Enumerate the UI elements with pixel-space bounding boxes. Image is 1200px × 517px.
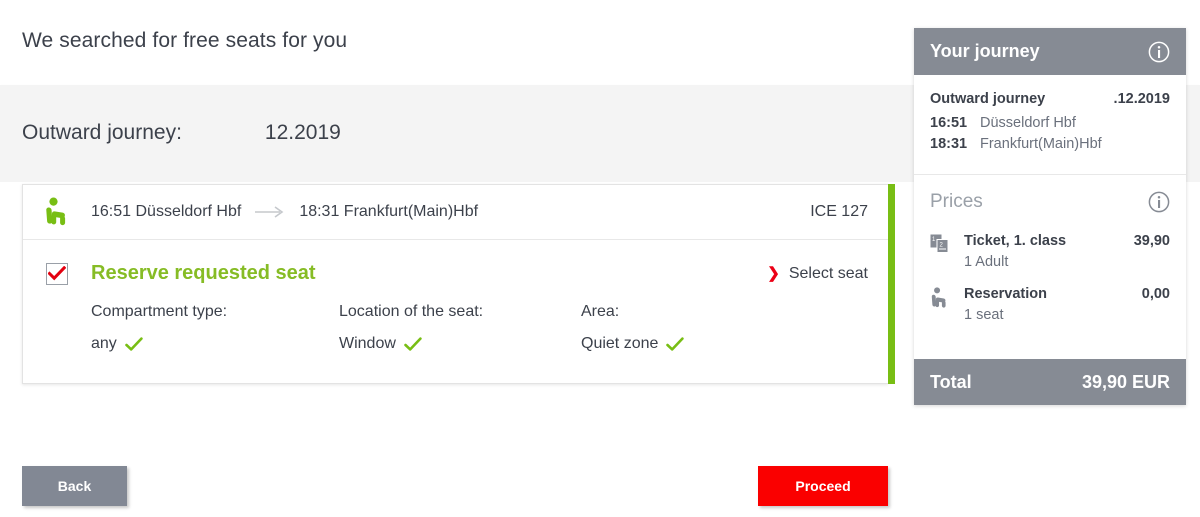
panel-stop-station: Frankfurt(Main)Hbf xyxy=(980,136,1102,152)
page-root: We searched for free seats for you Outwa… xyxy=(0,0,1200,517)
proceed-button[interactable]: Proceed xyxy=(758,466,888,506)
seat-reservation-card: 16:51 Düsseldorf Hbf 18:31 Frankfurt(Mai… xyxy=(22,184,895,384)
check-icon xyxy=(124,336,143,352)
trip-departure: 16:51 Düsseldorf Hbf xyxy=(91,203,242,220)
option-value: Window xyxy=(339,335,581,353)
reserve-checkbox-cell xyxy=(23,262,91,285)
card-accent-bar xyxy=(888,184,895,384)
option-area: Area: Quiet zone xyxy=(581,303,685,353)
price-name: Reservation xyxy=(964,286,1048,302)
reserve-row: Reserve requested seat ❯ Select seat xyxy=(23,240,888,285)
panel-journey-date: .12.2019 xyxy=(1113,91,1170,107)
journey-header-date: 12.2019 xyxy=(264,121,341,144)
panel-journey-title: Outward journey xyxy=(930,91,1046,107)
price-row-reservation: Reservation 0,00 1 seat xyxy=(930,286,1170,323)
option-value: any xyxy=(91,335,339,353)
price-subtext: 1 seat xyxy=(964,307,1004,323)
info-icon[interactable] xyxy=(1148,191,1170,213)
back-button[interactable]: Back xyxy=(22,466,127,506)
journey-header: Outward journey: 12.2019 xyxy=(22,121,341,145)
reserve-title: Reserve requested seat xyxy=(91,262,316,284)
panel-stop-time: 16:51 xyxy=(930,115,968,131)
panel-header: Your journey xyxy=(914,28,1186,75)
total-value: 39,90 EUR xyxy=(1081,371,1170,392)
panel-journey-section: Outward journey .12.2019 16:51 Düsseldor… xyxy=(914,75,1186,175)
select-seat-label: Select seat xyxy=(788,264,868,282)
seat-icon xyxy=(930,286,964,309)
price-subtext: 1 Adult xyxy=(964,254,1009,270)
option-value-text: any xyxy=(91,335,117,352)
panel-journey-heading: Outward journey .12.2019 xyxy=(930,91,1170,107)
price-row-ticket: 1 2 Ticket, 1. class 39,90 1 Adult xyxy=(930,233,1170,270)
panel-prices-heading: Prices xyxy=(930,191,1170,213)
price-top: Reservation 0,00 xyxy=(964,286,1170,302)
seat-options-row: Compartment type: any Location of the se… xyxy=(23,285,888,383)
panel-total-bar: Total 39,90 EUR xyxy=(914,359,1186,405)
panel-title: Your journey xyxy=(930,41,1040,61)
option-location-of-seat: Location of the seat: Window xyxy=(339,303,581,353)
panel-stop-station: Düsseldorf Hbf xyxy=(980,115,1076,131)
page-title: We searched for free seats for you xyxy=(22,29,348,52)
option-value: Quiet zone xyxy=(581,335,685,353)
train-number: ICE 127 xyxy=(810,203,868,220)
panel-prices-title: Prices xyxy=(930,191,983,212)
check-icon xyxy=(666,336,685,352)
check-icon xyxy=(48,266,66,281)
journey-header-label: Outward journey: xyxy=(22,121,182,144)
total-label: Total xyxy=(930,371,972,392)
option-label: Location of the seat: xyxy=(339,303,484,320)
seat-icon xyxy=(23,197,91,227)
journey-summary-panel: Your journey Outward journey .12.2019 16… xyxy=(914,28,1186,405)
trip-times: 16:51 Düsseldorf Hbf 18:31 Frankfurt(Mai… xyxy=(91,203,478,221)
info-icon[interactable] xyxy=(1148,41,1170,63)
arrow-right-icon xyxy=(255,206,285,218)
price-amount: 0,00 xyxy=(1141,286,1170,302)
trip-arrival: 18:31 Frankfurt(Main)Hbf xyxy=(299,203,479,220)
price-amount: 39,90 xyxy=(1133,233,1170,249)
check-icon xyxy=(404,336,422,352)
reserve-seat-checkbox[interactable] xyxy=(46,262,68,285)
option-label: Area: xyxy=(581,303,620,320)
option-label: Compartment type: xyxy=(91,303,228,320)
price-body: Ticket, 1. class 39,90 1 Adult xyxy=(964,233,1170,270)
chevron-right-icon: ❯ xyxy=(767,265,780,282)
price-name: Ticket, 1. class xyxy=(964,233,1067,249)
select-seat-link[interactable]: ❯ Select seat xyxy=(767,265,868,283)
option-value-text: Window xyxy=(339,335,396,352)
panel-stop-time: 18:31 xyxy=(930,136,968,152)
option-value-text: Quiet zone xyxy=(581,335,659,352)
panel-prices-section: Prices 1 2 Ticket, 1. class 39,90 1 Adul… xyxy=(914,175,1186,359)
panel-stop: 16:51 Düsseldorf Hbf xyxy=(930,115,1170,131)
ticket-icon: 1 2 xyxy=(930,233,964,256)
trip-summary-row: 16:51 Düsseldorf Hbf 18:31 Frankfurt(Mai… xyxy=(23,185,888,240)
price-top: Ticket, 1. class 39,90 xyxy=(964,233,1170,249)
panel-stop: 18:31 Frankfurt(Main)Hbf xyxy=(930,136,1170,152)
option-compartment-type: Compartment type: any xyxy=(91,303,339,353)
price-body: Reservation 0,00 1 seat xyxy=(964,286,1170,323)
